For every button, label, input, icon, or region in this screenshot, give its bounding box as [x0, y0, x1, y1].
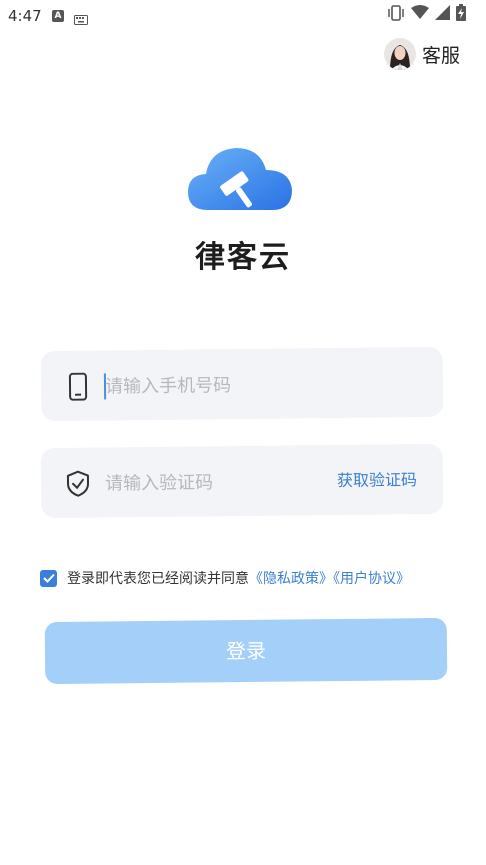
- user-agreement-link[interactable]: 《用户协议》: [333, 571, 410, 587]
- phone-input[interactable]: [102, 365, 348, 405]
- wifi-icon: [411, 5, 429, 24]
- battery-charging-icon: [456, 4, 466, 25]
- login-button[interactable]: 登录: [44, 617, 448, 685]
- phone-field[interactable]: [40, 346, 444, 422]
- status-bar: 4:47 A: [0, 0, 486, 32]
- phone-icon: [65, 372, 91, 401]
- agreement-statement: 登录即代表您已经阅读并同意: [67, 571, 249, 587]
- customer-service-label: 客服: [421, 44, 460, 67]
- app-logo: [186, 142, 294, 220]
- avatar: [383, 38, 416, 70]
- agreement-row: 登录即代表您已经阅读并同意《隐私政策》《用户协议》: [40, 568, 410, 588]
- signal-icon: [435, 5, 450, 24]
- keyboard-icon: [74, 10, 88, 29]
- customer-service-button[interactable]: 客服: [383, 38, 460, 70]
- verification-code-field[interactable]: 获取验证码: [40, 443, 444, 519]
- agreement-checkbox[interactable]: [40, 569, 57, 587]
- a-icon: A: [52, 10, 64, 22]
- shield-check-icon: [65, 470, 91, 498]
- vibrate-icon: [387, 4, 405, 25]
- agreement-text: 登录即代表您已经阅读并同意《隐私政策》《用户协议》: [67, 568, 410, 588]
- app-title: 律客云: [195, 240, 291, 275]
- status-time: 4:47: [8, 7, 42, 25]
- verification-code-input[interactable]: [102, 462, 348, 502]
- get-code-button[interactable]: 获取验证码: [337, 466, 417, 491]
- privacy-policy-link[interactable]: 《隐私政策》: [249, 571, 333, 587]
